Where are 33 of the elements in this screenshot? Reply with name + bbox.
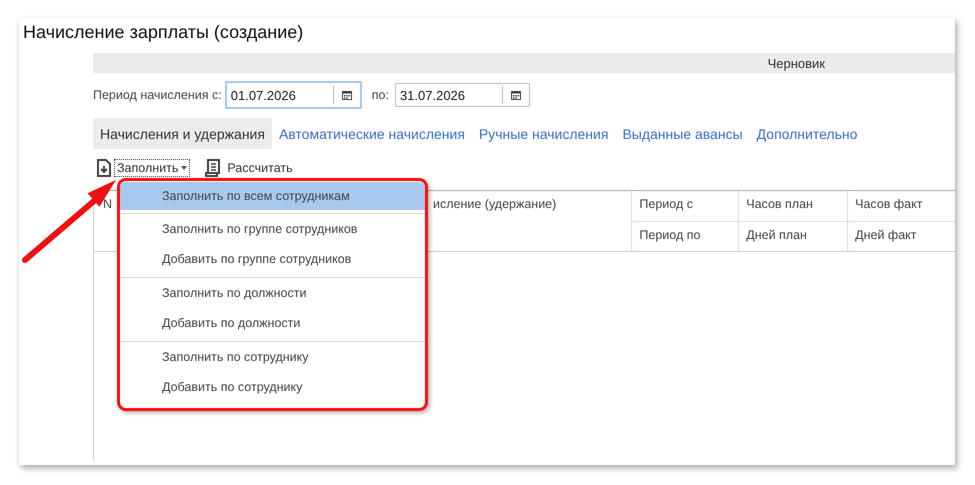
tab[interactable]: Ручные начисления <box>472 118 616 149</box>
fill-dropdown-button[interactable]: Заполнить <box>115 160 190 176</box>
menu-item[interactable]: Заполнить по должности <box>120 277 425 308</box>
status-text: Черновик <box>768 56 825 70</box>
menu-item[interactable]: Заполнить по сотруднику <box>120 341 425 372</box>
tab[interactable]: Начисления и удержания <box>93 118 272 149</box>
tab[interactable]: Дополнительно <box>750 118 864 149</box>
column-header: Дней факт <box>855 228 916 242</box>
column-header: Дней план <box>746 228 807 242</box>
caret-icon <box>181 166 188 170</box>
tab[interactable]: Автоматические начисления <box>272 118 472 149</box>
menu-item[interactable]: Заполнить по всем сотрудникам <box>120 182 425 210</box>
period-label: Период начисления с: <box>93 88 222 102</box>
menu-item[interactable]: Заполнить по группе сотрудников <box>120 213 425 244</box>
tab[interactable]: Выданные авансы <box>615 118 750 149</box>
menu-item[interactable]: Добавить по группе сотрудников <box>120 244 425 274</box>
calendar-icon[interactable] <box>342 90 352 100</box>
period-to-label: по: <box>372 88 389 102</box>
calendar-icon[interactable] <box>510 90 521 100</box>
column-header: N <box>103 197 112 211</box>
date-field[interactable]: 01.07.2026 <box>224 81 362 109</box>
column-header: Часов план <box>746 197 813 211</box>
document-download-icon[interactable] <box>97 159 111 177</box>
document-list-icon[interactable] <box>205 159 222 177</box>
date-field[interactable]: 31.07.2026 <box>394 83 530 107</box>
column-header: Период по <box>639 228 700 242</box>
menu-item[interactable]: Добавить по должности <box>120 308 425 338</box>
column-header: Часов факт <box>855 197 922 211</box>
calculate-button[interactable]: Рассчитать <box>225 160 295 176</box>
menu-item[interactable]: Добавить по сотруднику <box>120 372 425 402</box>
column-header: Период с <box>639 197 693 211</box>
window-title: Начисление зарплаты (создание) <box>22 21 304 44</box>
column-header: исление (удержание) <box>433 197 556 211</box>
